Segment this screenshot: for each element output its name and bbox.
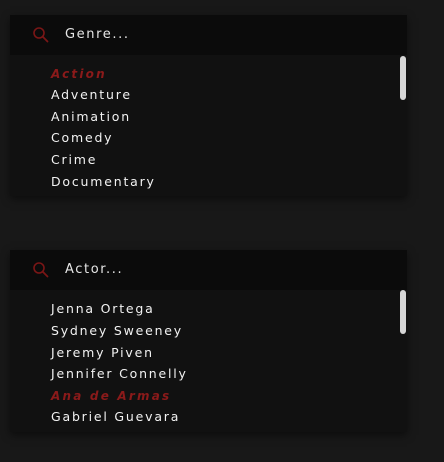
actor-option-gabriel-guevara[interactable]: Gabriel Guevara — [51, 409, 180, 425]
genre-option-action[interactable]: Action — [51, 66, 107, 82]
genre-search-bar[interactable]: Genre... — [10, 15, 407, 55]
genre-dropdown-panel: Genre... Action Adventure Animation Come… — [10, 15, 407, 196]
genre-search-input[interactable]: Genre... — [65, 27, 130, 43]
actor-scrollbar[interactable] — [400, 290, 406, 334]
actor-option-jennifer-connelly[interactable]: Jennifer Connelly — [51, 366, 188, 382]
actor-option-ana-de-armas[interactable]: Ana de Armas — [51, 388, 171, 404]
genre-option-crime[interactable]: Crime — [51, 152, 97, 168]
search-icon — [33, 262, 49, 278]
actor-search-input[interactable]: Actor... — [65, 262, 123, 278]
search-icon — [33, 27, 49, 43]
genre-option-adventure[interactable]: Adventure — [51, 87, 132, 103]
actor-option-jeremy-piven[interactable]: Jeremy Piven — [51, 345, 154, 361]
genre-option-animation[interactable]: Animation — [51, 109, 131, 125]
genre-scrollbar[interactable] — [400, 56, 406, 100]
actor-dropdown-panel: Actor... Jenna Ortega Sydney Sweeney Jer… — [10, 250, 407, 432]
actor-option-jenna-ortega[interactable]: Jenna Ortega — [51, 301, 155, 317]
genre-option-documentary[interactable]: Documentary — [51, 174, 156, 190]
actor-option-sydney-sweeney[interactable]: Sydney Sweeney — [51, 323, 183, 339]
actor-search-bar[interactable]: Actor... — [10, 250, 407, 290]
genre-option-comedy[interactable]: Comedy — [51, 130, 113, 146]
